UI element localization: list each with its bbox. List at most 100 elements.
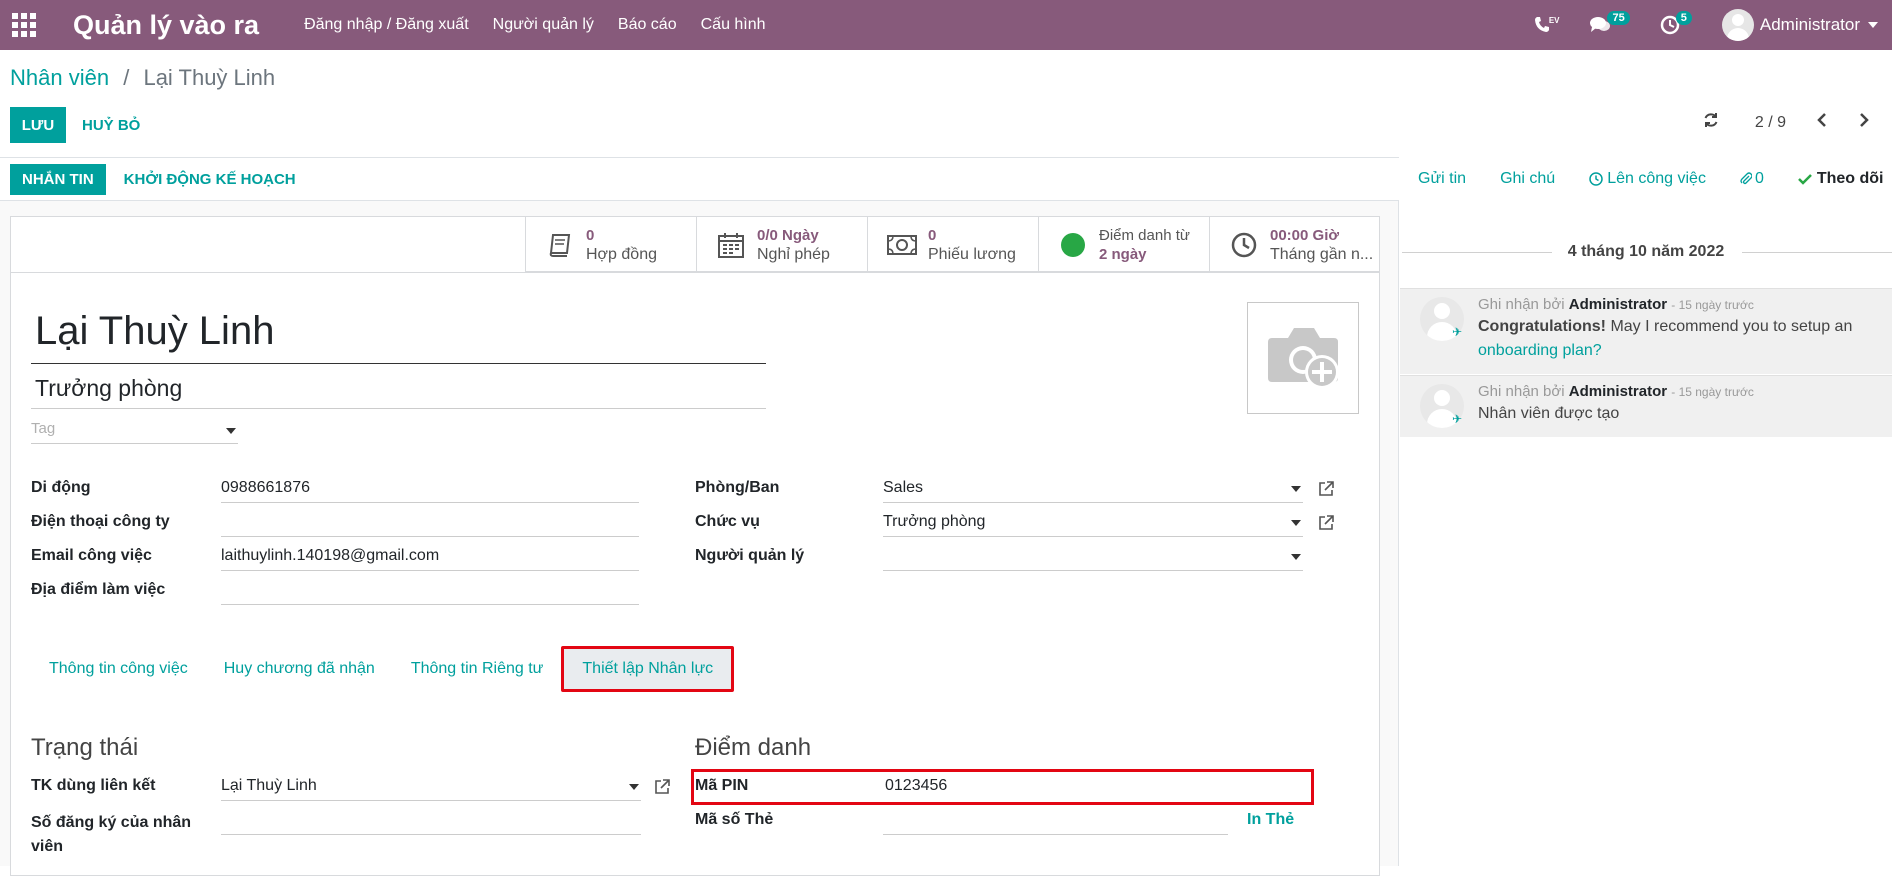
- manager-select[interactable]: [883, 545, 1303, 571]
- schedule-activity-label: Lên công việc: [1607, 170, 1706, 187]
- related-user-value: Lại Thuỳ Linh: [221, 777, 317, 794]
- message-bold: Congratulations!: [1478, 318, 1606, 335]
- camera-plus-icon: [1268, 328, 1339, 389]
- user-name: Administrator: [1759, 15, 1860, 34]
- employee-form-sheet: 0 Hợp đồng 0/0 Ngày Nghỉ phép 0 Phiếu lư…: [10, 216, 1380, 876]
- date-separator-label: 4 tháng 10 năm 2022: [1567, 243, 1725, 260]
- registration-number-input[interactable]: [221, 809, 641, 835]
- work-email-label: Email công việc: [31, 547, 152, 564]
- job-title-input[interactable]: Trưởng phòng: [31, 375, 766, 409]
- chatter-send-message-button[interactable]: Gửi tin: [1418, 170, 1466, 188]
- external-link-icon[interactable]: [1318, 514, 1335, 536]
- time-off-value: 0/0 Ngày: [757, 226, 819, 244]
- notebook-tabs: Thông tin công việc Huy chương đã nhận T…: [31, 646, 735, 692]
- launch-plan-button[interactable]: KHỞI ĐỘNG KẾ HOẠCH: [112, 164, 308, 195]
- chevron-left-icon[interactable]: [1816, 112, 1828, 133]
- menu-configuration[interactable]: Cấu hình: [701, 16, 766, 34]
- activity-clock-icon[interactable]: 5: [1660, 11, 1692, 35]
- menu-manager[interactable]: Người quản lý: [493, 16, 594, 34]
- message-prefix: Ghi nhận bởi: [1478, 296, 1565, 313]
- payslips-count: 0: [928, 226, 937, 244]
- badge-id-label: Mã số Thẻ: [695, 811, 774, 828]
- chatter-follow-button[interactable]: Theo dõi: [1797, 170, 1884, 188]
- check-icon: [1797, 174, 1812, 185]
- hours-button[interactable]: 00:00 Giờ Tháng gần n...: [1209, 217, 1380, 272]
- tab-received-badges[interactable]: Huy chương đã nhận: [206, 649, 393, 689]
- department-value: Sales: [883, 479, 924, 496]
- user-avatar: [1721, 9, 1754, 41]
- time-off-button[interactable]: 0/0 Ngày Nghỉ phép: [696, 217, 867, 272]
- contracts-button[interactable]: 0 Hợp đồng: [525, 217, 696, 272]
- send-message-button[interactable]: NHẮN TIN: [10, 163, 106, 195]
- chevron-right-icon[interactable]: [1858, 112, 1870, 133]
- external-link-icon[interactable]: [1318, 480, 1335, 502]
- print-badge-button[interactable]: In Thẻ: [1247, 811, 1294, 829]
- chatter-schedule-activity-button[interactable]: Lên công việc: [1589, 170, 1706, 188]
- tags-placeholder: Tag: [31, 420, 56, 437]
- app-brand[interactable]: Quản lý vào ra: [73, 10, 259, 41]
- messages-icon[interactable]: 75: [1589, 11, 1630, 34]
- status-group-title: Trạng thái: [31, 734, 139, 761]
- message-text: May I recommend you to setup an: [1606, 318, 1853, 335]
- follow-label: Theo dõi: [1816, 170, 1884, 187]
- pager-value[interactable]: 2 / 9: [1755, 114, 1786, 132]
- work-phone-label: Điện thoại công ty: [31, 513, 170, 530]
- message-text: Nhân viên được tạo: [1478, 405, 1620, 422]
- user-menu[interactable]: Administrator: [1721, 9, 1878, 41]
- badge-id-input[interactable]: [883, 809, 1228, 835]
- presence-status-icon: [1057, 232, 1089, 258]
- work-email-input[interactable]: laithuylinh.140198@gmail.com: [221, 545, 639, 571]
- contracts-label: Hợp đồng: [586, 245, 657, 263]
- menu-reports[interactable]: Báo cáo: [618, 16, 677, 34]
- employee-name-input[interactable]: Lại Thuỳ Linh: [31, 309, 766, 364]
- chatter-message: ✈ Ghi nhận bởi Administrator - 15 ngày t…: [1400, 375, 1892, 437]
- attachments-count: 0: [1754, 170, 1764, 187]
- save-button[interactable]: LƯU: [10, 107, 66, 143]
- related-user-select[interactable]: Lại Thuỳ Linh: [221, 775, 641, 801]
- tab-hr-settings[interactable]: Thiết lập Nhân lực: [561, 646, 735, 692]
- attendance-label: Điểm danh từ: [1099, 226, 1190, 244]
- tags-input[interactable]: Tag: [31, 420, 238, 444]
- message-prefix: Ghi nhận bởi: [1478, 383, 1565, 400]
- onboarding-plan-link[interactable]: onboarding plan?: [1478, 342, 1602, 359]
- tab-work-information[interactable]: Thông tin công việc: [31, 649, 206, 689]
- message-author[interactable]: Administrator: [1569, 296, 1667, 313]
- payslips-button[interactable]: 0 Phiếu lương: [867, 217, 1038, 272]
- mobile-label: Di động: [31, 479, 91, 496]
- job-position-select[interactable]: Trưởng phòng: [883, 511, 1303, 537]
- attendance-button[interactable]: Điểm danh từ 2 ngày: [1038, 217, 1209, 272]
- breadcrumb-employees[interactable]: Nhân viên: [10, 65, 109, 90]
- chatter-log-note-button[interactable]: Ghi chú: [1500, 170, 1555, 188]
- chatter: Gửi tin Ghi chú Lên công việc 0 Theo dõi…: [1400, 157, 1892, 866]
- message-author[interactable]: Administrator: [1569, 383, 1667, 400]
- work-phone-input[interactable]: [221, 511, 639, 537]
- work-location-input[interactable]: [221, 579, 639, 605]
- work-location-label: Địa điểm làm việc: [31, 581, 166, 598]
- caret-down-icon: [1291, 520, 1301, 526]
- button-box-divider: [11, 272, 1379, 273]
- menu-checkin-checkout[interactable]: Đăng nhập / Đăng xuất: [304, 16, 469, 34]
- attendance-value: 2 ngày: [1099, 245, 1147, 263]
- job-position-value: Trưởng phòng: [883, 513, 986, 530]
- phone-icon[interactable]: EV: [1533, 15, 1559, 35]
- employee-photo-upload[interactable]: [1247, 302, 1359, 414]
- caret-down-icon: [1291, 486, 1301, 492]
- external-link-icon[interactable]: [654, 778, 671, 800]
- chatter-message: ✈ Ghi nhận bởi Administrator - 15 ngày t…: [1400, 288, 1892, 374]
- chatter-topbar: Gửi tin Ghi chú Lên công việc 0 Theo dõi: [1400, 157, 1892, 201]
- activities-badge: 5: [1675, 11, 1692, 25]
- breadcrumb-separator: /: [123, 65, 130, 90]
- form-statusbar: NHẮN TIN KHỞI ĐỘNG KẾ HOẠCH: [0, 157, 1399, 201]
- department-select[interactable]: Sales: [883, 477, 1303, 503]
- hours-label: Tháng gần n...: [1270, 245, 1374, 263]
- discard-button[interactable]: HUỶ BỎ: [72, 107, 150, 143]
- breadcrumb: Nhân viên / Lại Thuỳ Linh: [10, 65, 275, 91]
- date-separator: 4 tháng 10 năm 2022: [1400, 243, 1892, 261]
- job-position-label: Chức vụ: [695, 513, 760, 530]
- apps-menu-icon[interactable]: [12, 13, 36, 37]
- breadcrumb-current: Lại Thuỳ Linh: [143, 65, 276, 90]
- refresh-icon[interactable]: [1703, 112, 1719, 133]
- chatter-attachments-button[interactable]: 0: [1740, 170, 1764, 188]
- mobile-input[interactable]: 0988661876: [221, 477, 639, 503]
- tab-private-information[interactable]: Thông tin Riêng tư: [393, 649, 562, 689]
